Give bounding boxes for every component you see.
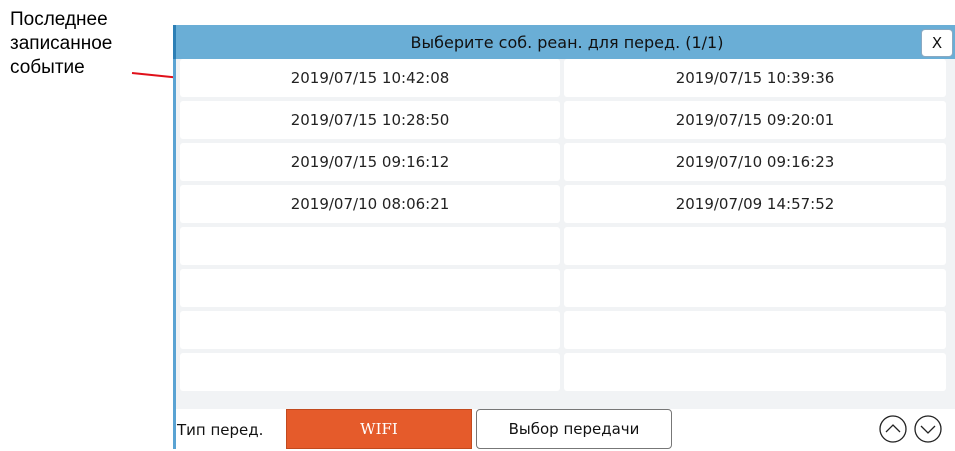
event-cell[interactable]: 2019/07/09 14:57:52	[564, 185, 946, 223]
chevron-down-circle-icon[interactable]	[913, 414, 943, 444]
dialog-titlebar: Выберите соб. реан. для перед. (1/1) X	[173, 25, 955, 59]
event-cell[interactable]	[564, 353, 946, 391]
annotation-callout: Последнее записанное событие	[10, 8, 150, 80]
wifi-button[interactable]: WIFI	[286, 409, 472, 449]
event-cell[interactable]	[564, 227, 946, 265]
transfer-type-label: Тип перед.	[173, 409, 263, 449]
event-cell[interactable]	[180, 227, 560, 265]
chevron-up-circle-icon[interactable]	[878, 414, 908, 444]
event-cell[interactable]	[564, 269, 946, 307]
event-cell[interactable]	[180, 311, 560, 349]
select-transfer-button[interactable]: Выбор передачи	[476, 409, 672, 449]
annotation-line-1: Последнее	[10, 9, 108, 30]
event-cell[interactable]: 2019/07/15 09:16:12	[180, 143, 560, 181]
event-cell[interactable]: 2019/07/10 09:16:23	[564, 143, 946, 181]
dialog-footer: Тип перед. WIFI Выбор передачи	[173, 409, 955, 449]
dialog-title: Выберите соб. реан. для перед. (1/1)	[410, 33, 724, 52]
event-list: 2019/07/15 10:42:08 2019/07/15 10:39:36 20…	[173, 59, 955, 409]
close-button[interactable]: X	[921, 29, 953, 57]
event-transfer-dialog: Выберите соб. реан. для перед. (1/1) X 2…	[173, 25, 955, 449]
event-cell[interactable]: 2019/07/15 09:20:01	[564, 101, 946, 139]
event-cell[interactable]: 2019/07/10 08:06:21	[180, 185, 560, 223]
event-cell[interactable]	[180, 353, 560, 391]
event-cell[interactable]: 2019/07/15 10:28:50	[180, 101, 560, 139]
event-cell[interactable]	[564, 311, 946, 349]
event-grid: 2019/07/15 10:42:08 2019/07/15 10:39:36 20…	[180, 59, 946, 391]
event-cell[interactable]: 2019/07/15 10:39:36	[564, 59, 946, 97]
annotation-line-2: записанное	[10, 33, 113, 54]
annotation-line-3: событие	[10, 57, 85, 78]
event-cell[interactable]: 2019/07/15 10:42:08	[180, 59, 560, 97]
event-cell[interactable]	[180, 269, 560, 307]
